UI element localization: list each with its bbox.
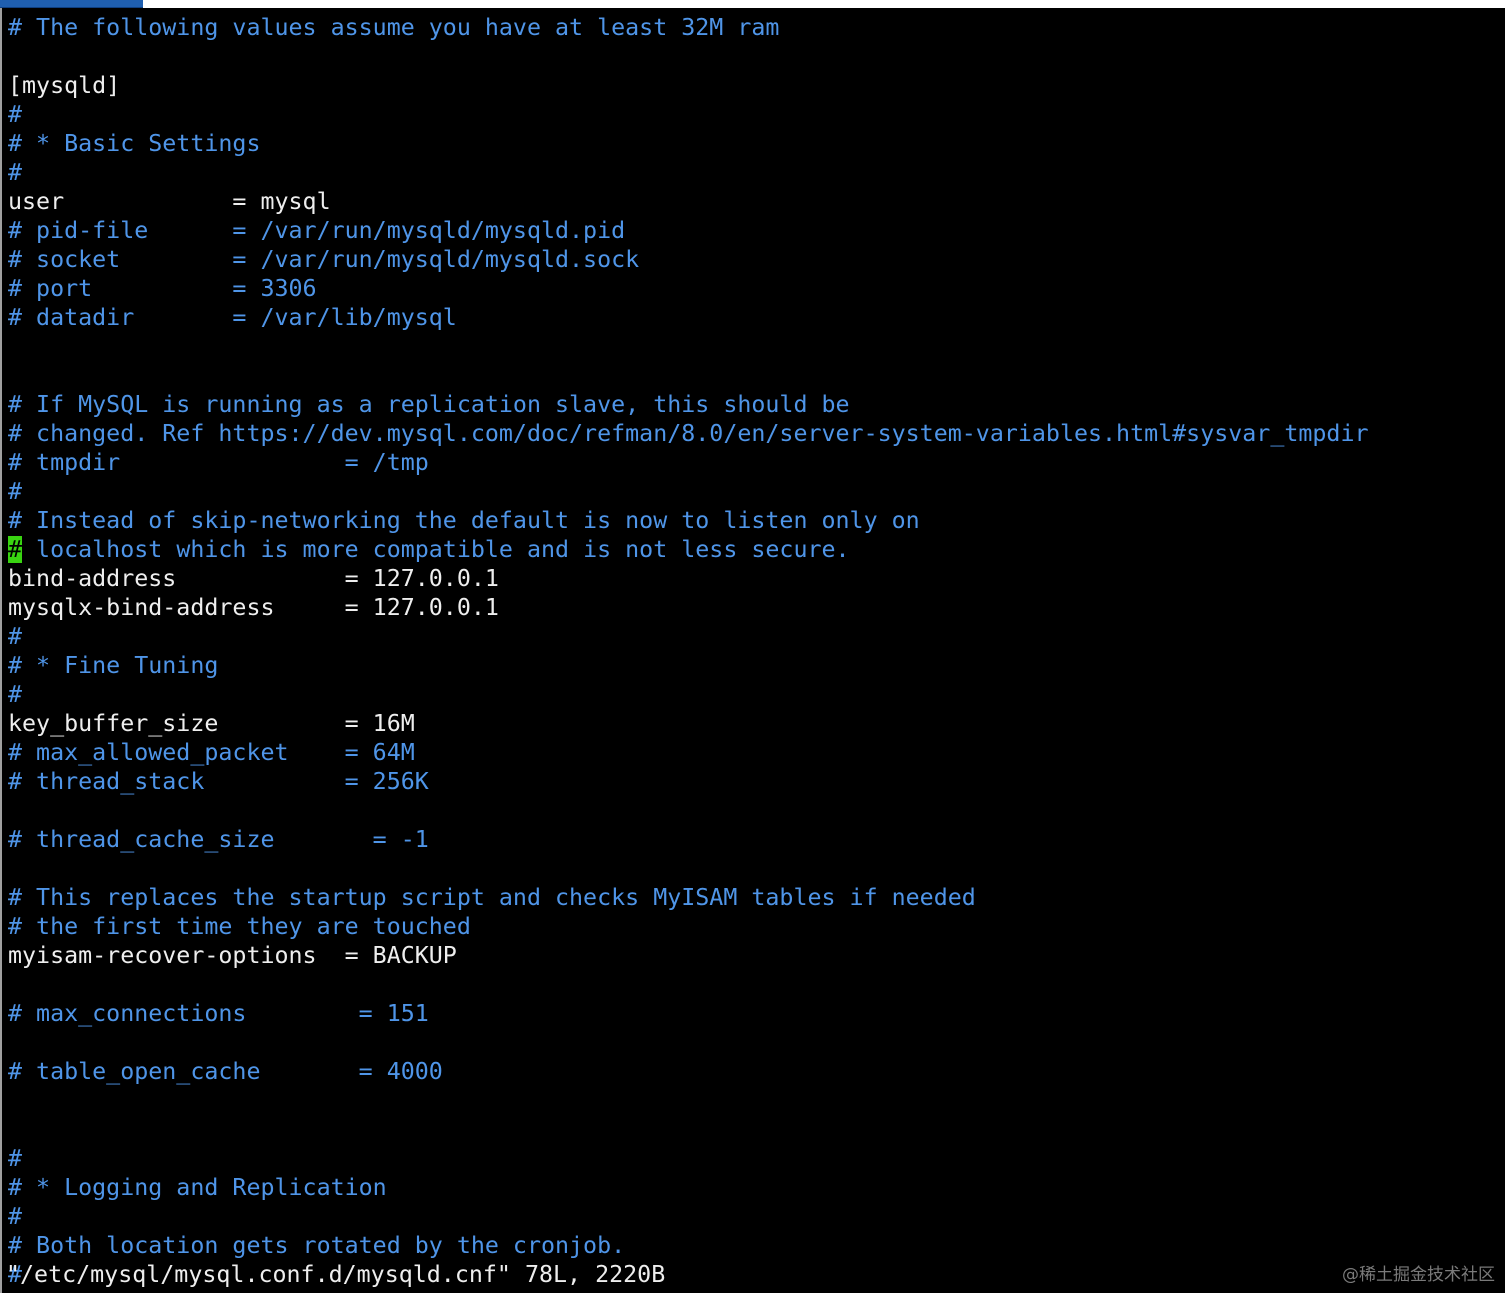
config-line: myisam-recover-options = BACKUP <box>8 942 457 969</box>
comment-line: # pid-file = /var/run/mysqld/mysqld.pid <box>8 217 626 244</box>
config-line: [mysqld] <box>8 72 121 99</box>
comment-line: # datadir = /var/lib/mysql <box>8 304 457 331</box>
comment-line: # Both location gets rotated by the cron… <box>8 1232 626 1259</box>
comment-line: # the first time they are touched <box>8 913 471 940</box>
comment-line: # changed. Ref https://dev.mysql.com/doc… <box>8 420 1369 447</box>
terminal-editor[interactable]: # The following values assume you have a… <box>0 8 1505 1293</box>
comment-line: # max_connections = 151 <box>8 1000 429 1027</box>
text-cursor: # <box>8 536 23 563</box>
comment-line: # Instead of skip-networking the default… <box>8 507 920 534</box>
config-line: mysqlx-bind-address = 127.0.0.1 <box>8 594 499 621</box>
comment-line: # <box>8 159 23 186</box>
comment-line: # tmpdir = /tmp <box>8 449 429 476</box>
comment-line: # thread_cache_size = -1 <box>8 826 429 853</box>
watermark: @稀土掘金技术社区 <box>1342 1265 1495 1285</box>
comment-line: # socket = /var/run/mysqld/mysqld.sock <box>8 246 640 273</box>
config-line: bind-address = 127.0.0.1 <box>8 565 499 592</box>
comment-line: # <box>8 101 23 128</box>
comment-line: # * Basic Settings <box>8 130 261 157</box>
comment-line: # If MySQL is running as a replication s… <box>8 391 850 418</box>
line-text: localhost which is more compatible and i… <box>22 536 850 563</box>
status-line: "/etc/mysql/mysql.conf.d/mysqld.cnf" 78L… <box>6 1261 666 1288</box>
comment-line: # thread_stack = 256K <box>8 768 429 795</box>
comment-line: # localhost which is more compatible and… <box>8 535 850 564</box>
comment-line: # table_open_cache = 4000 <box>8 1058 443 1085</box>
comment-line: # <box>8 623 23 650</box>
comment-line: # <box>8 478 23 505</box>
tab-active-session[interactable] <box>0 0 143 8</box>
config-line: user = mysql <box>8 188 331 215</box>
comment-line: # <box>8 1145 23 1172</box>
comment-line: # max_allowed_packet = 64M <box>8 739 415 766</box>
comment-line: # * Fine Tuning <box>8 652 219 679</box>
config-line: key_buffer_size = 16M <box>8 710 415 737</box>
comment-line: # <box>8 1203 23 1230</box>
comment-line: # <box>8 681 23 708</box>
comment-line: # This replaces the startup script and c… <box>8 884 976 911</box>
comment-line: # * Logging and Replication <box>8 1174 387 1201</box>
comment-line: # The following values assume you have a… <box>8 14 780 41</box>
tab-strip <box>0 0 1505 8</box>
comment-line: # port = 3306 <box>8 275 317 302</box>
